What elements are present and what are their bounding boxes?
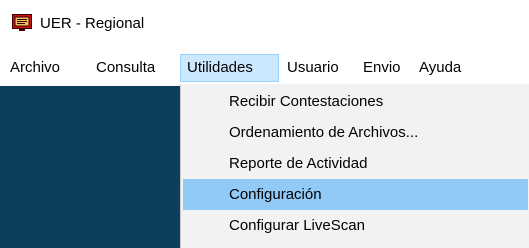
app-window: UER - Regional Archivo Consulta Utilidad… bbox=[0, 0, 529, 248]
menu-consulta[interactable]: Consulta bbox=[90, 54, 161, 82]
menu-item-recibir-contestaciones[interactable]: Recibir Contestaciones bbox=[183, 86, 528, 117]
menu-item-reporte-actividad[interactable]: Reporte de Actividad bbox=[183, 148, 528, 179]
menu-item-configurar-livescan[interactable]: Configurar LiveScan bbox=[183, 210, 528, 241]
main-client-area[interactable] bbox=[0, 86, 180, 248]
menu-archivo[interactable]: Archivo bbox=[4, 54, 66, 82]
utilidades-dropdown-menu: Recibir Contestaciones Ordenamiento de A… bbox=[180, 84, 529, 248]
menu-ayuda[interactable]: Ayuda bbox=[413, 54, 467, 82]
monitor-app-icon[interactable] bbox=[12, 14, 32, 32]
menu-bar: Archivo Consulta Utilidades Usuario Envi… bbox=[0, 50, 529, 86]
menu-usuario[interactable]: Usuario bbox=[281, 54, 345, 82]
title-bar[interactable]: UER - Regional bbox=[0, 0, 529, 50]
menu-envio[interactable]: Envio bbox=[357, 54, 407, 82]
menu-item-ordenamiento-archivos[interactable]: Ordenamiento de Archivos... bbox=[183, 117, 528, 148]
menu-utilidades[interactable]: Utilidades bbox=[180, 54, 279, 82]
window-title: UER - Regional bbox=[40, 15, 145, 32]
menu-item-configuracion[interactable]: Configuración bbox=[183, 179, 528, 210]
